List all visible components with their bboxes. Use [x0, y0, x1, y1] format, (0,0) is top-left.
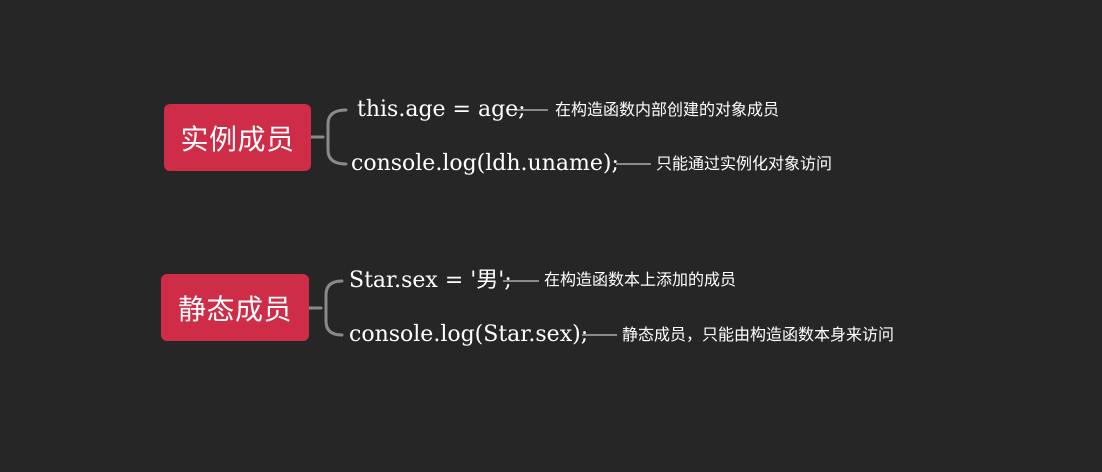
- group-1-bracket: [309, 108, 348, 166]
- code-this-age[interactable]: this.age = age;: [357, 97, 526, 123]
- group-2-bracket: [307, 279, 344, 337]
- note-console-log-star-sex: 静态成员，只能由构造函数本身来访问: [622, 325, 895, 344]
- code-star-sex[interactable]: Star.sex = '男';: [349, 268, 512, 294]
- code-console-log-uname[interactable]: console.log(ldh.uname);: [351, 151, 619, 177]
- note-console-log-uname: 只能通过实例化对象访问: [656, 154, 833, 173]
- node-static-members[interactable]: 静态成员: [161, 274, 309, 341]
- node-instance-members[interactable]: 实例成员: [164, 104, 311, 171]
- code-console-log-star-sex[interactable]: console.log(Star.sex);: [349, 322, 588, 348]
- note-star-sex: 在构造函数本上添加的成员: [544, 270, 737, 289]
- note-this-age: 在构造函数内部创建的对象成员: [555, 100, 780, 119]
- connector-lines: [307, 108, 651, 337]
